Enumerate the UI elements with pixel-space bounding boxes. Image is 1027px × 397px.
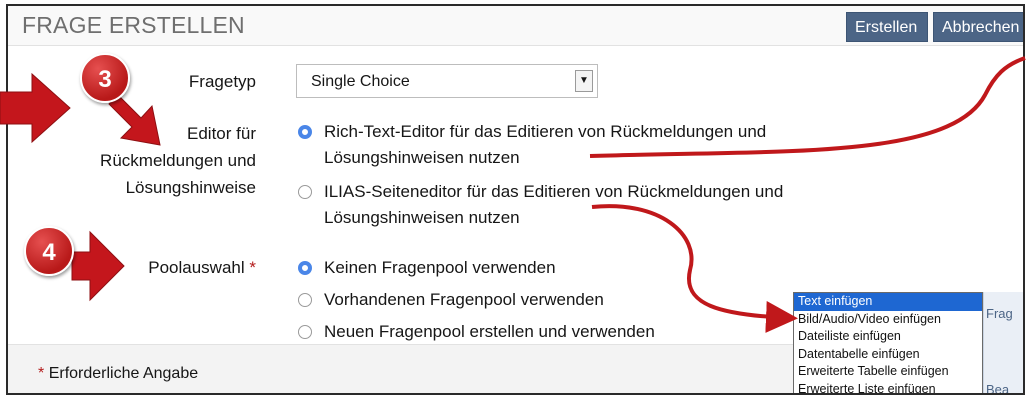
block-arrow-diagonal [108,94,161,146]
annotation-badge-4: 4 [24,226,74,276]
curve-arrow-ilias [591,204,798,333]
annotation-arrows [0,56,1026,333]
annotation-badge-3: 3 [80,53,130,103]
block-arrow-pool [71,230,125,302]
block-arrow-left [0,72,71,144]
curve-arrow-richtext [589,56,1026,158]
